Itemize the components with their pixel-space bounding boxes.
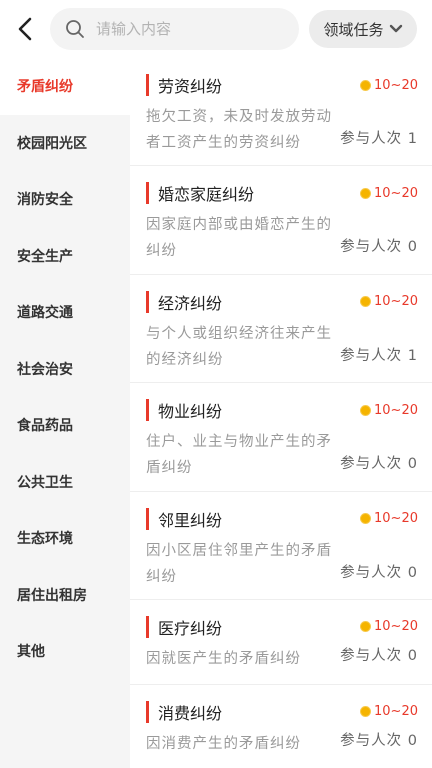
task-card[interactable]: 医疗纠纷 10~20 因就医产生的矛盾纠纷 参与人次 0 [130,600,432,685]
reward-badge: 10~20 [360,78,418,93]
reward-range: 10~20 [374,704,418,720]
domain-task-button[interactable]: 领域任务 [309,10,417,48]
task-title: 经济纠纷 [158,293,223,313]
task-list: 劳资纠纷 10~20 拖欠工资，未及时发放劳动者工资产生的劳资纠纷 参与人次 1… [130,58,432,768]
title-marker [146,74,149,96]
coin-icon [360,621,372,633]
task-card[interactable]: 劳资纠纷 10~20 拖欠工资，未及时发放劳动者工资产生的劳资纠纷 参与人次 1 [130,58,432,167]
domain-task-label: 领域任务 [323,20,384,39]
title-marker [146,182,149,205]
task-description: 因家庭内部或由婚恋产生的纠纷 [146,217,332,260]
participant-value: 0 [407,239,418,256]
reward-range: 10~20 [374,619,418,635]
sidebar-item-production-safety[interactable]: 安全生产 [0,228,130,285]
search-input[interactable] [96,20,286,38]
reward-badge: 10~20 [360,403,418,418]
sidebar-item-rental-housing[interactable]: 居住出租房 [0,567,130,624]
participant-count: 参与人次 0 [340,452,418,473]
sidebar-item-dispute[interactable]: 矛盾纠纷 [0,58,130,115]
chevron-left-icon [18,17,32,41]
task-title: 医疗纠纷 [158,618,223,638]
participant-label: 参与人次 [340,239,403,256]
task-card[interactable]: 消费纠纷 10~20 因消费产生的矛盾纠纷 参与人次 0 [130,685,432,768]
sidebar-item-fire-safety[interactable]: 消防安全 [0,171,130,228]
task-title: 劳资纠纷 [158,77,223,96]
participant-value: 1 [407,347,418,364]
participant-label: 参与人次 [340,456,403,473]
coin-icon [360,187,372,199]
title-marker [146,507,149,530]
search-icon [64,18,86,40]
task-card[interactable]: 邻里纠纷 10~20 因小区居住邻里产生的矛盾纠纷 参与人次 0 [130,492,432,600]
task-description: 住户、业主与物业产生的矛盾纠纷 [146,434,332,477]
participant-count: 参与人次 0 [340,644,418,665]
reward-badge: 10~20 [360,704,418,719]
search-box[interactable] [50,8,299,50]
reward-range: 10~20 [374,77,418,93]
title-marker [146,615,149,638]
participant-label: 参与人次 [340,732,403,749]
reward-badge: 10~20 [360,511,418,526]
coin-icon [360,79,372,91]
participant-label: 参与人次 [340,347,403,364]
sidebar-item-campus[interactable]: 校园阳光区 [0,115,130,172]
sidebar-item-public-health[interactable]: 公共卫生 [0,454,130,511]
coin-icon [360,513,372,525]
sidebar-item-ecology[interactable]: 生态环境 [0,510,130,567]
participant-value: 0 [407,647,418,664]
reward-range: 10~20 [374,185,418,201]
participant-value: 1 [407,131,418,147]
title-marker [146,399,149,422]
coin-icon [360,296,372,308]
coin-icon [360,706,372,718]
reward-badge: 10~20 [360,294,418,309]
sidebar-item-food-drug[interactable]: 食品药品 [0,397,130,454]
task-description: 与个人或组织经济往来产生的经济纠纷 [146,325,332,368]
participant-label: 参与人次 [340,564,403,581]
reward-badge: 10~20 [360,186,418,201]
participant-count: 参与人次 0 [340,235,418,256]
participant-count: 参与人次 1 [340,127,418,148]
participant-count: 参与人次 0 [340,561,418,582]
task-title: 婚恋家庭纠纷 [158,185,255,205]
task-title: 消费纠纷 [158,703,223,723]
reward-range: 10~20 [374,511,418,527]
task-description: 因消费产生的矛盾纠纷 [146,735,301,752]
task-description: 拖欠工资，未及时发放劳动者工资产生的劳资纠纷 [146,109,332,151]
participant-value: 0 [407,564,418,581]
task-description: 因小区居住邻里产生的矛盾纠纷 [146,542,332,585]
participant-value: 0 [407,456,418,473]
task-card[interactable]: 经济纠纷 10~20 与个人或组织经济往来产生的经济纠纷 参与人次 1 [130,275,432,384]
back-button[interactable] [8,12,42,46]
title-marker [146,290,149,313]
participant-count: 参与人次 0 [340,729,418,750]
task-card[interactable]: 物业纠纷 10~20 住户、业主与物业产生的矛盾纠纷 参与人次 0 [130,383,432,492]
participant-label: 参与人次 [340,647,403,664]
sidebar-item-other[interactable]: 其他 [0,623,130,680]
chevron-down-icon [389,24,403,34]
participant-label: 参与人次 [340,131,403,147]
reward-range: 10~20 [374,402,418,418]
category-sidebar: 矛盾纠纷 校园阳光区 消防安全 安全生产 道路交通 社会治安 食品药品 公共卫生… [0,58,130,768]
title-marker [146,700,149,723]
task-card[interactable]: 婚恋家庭纠纷 10~20 因家庭内部或由婚恋产生的纠纷 参与人次 0 [130,166,432,275]
reward-badge: 10~20 [360,619,418,634]
participant-value: 0 [407,732,418,749]
coin-icon [360,404,372,416]
task-title: 邻里纠纷 [158,510,223,530]
reward-range: 10~20 [374,294,418,310]
task-description: 因就医产生的矛盾纠纷 [146,650,301,667]
sidebar-item-public-security[interactable]: 社会治安 [0,341,130,398]
participant-count: 参与人次 1 [340,344,418,365]
header: 领域任务 [0,0,432,58]
sidebar-item-road-traffic[interactable]: 道路交通 [0,284,130,341]
task-title: 物业纠纷 [158,402,223,422]
